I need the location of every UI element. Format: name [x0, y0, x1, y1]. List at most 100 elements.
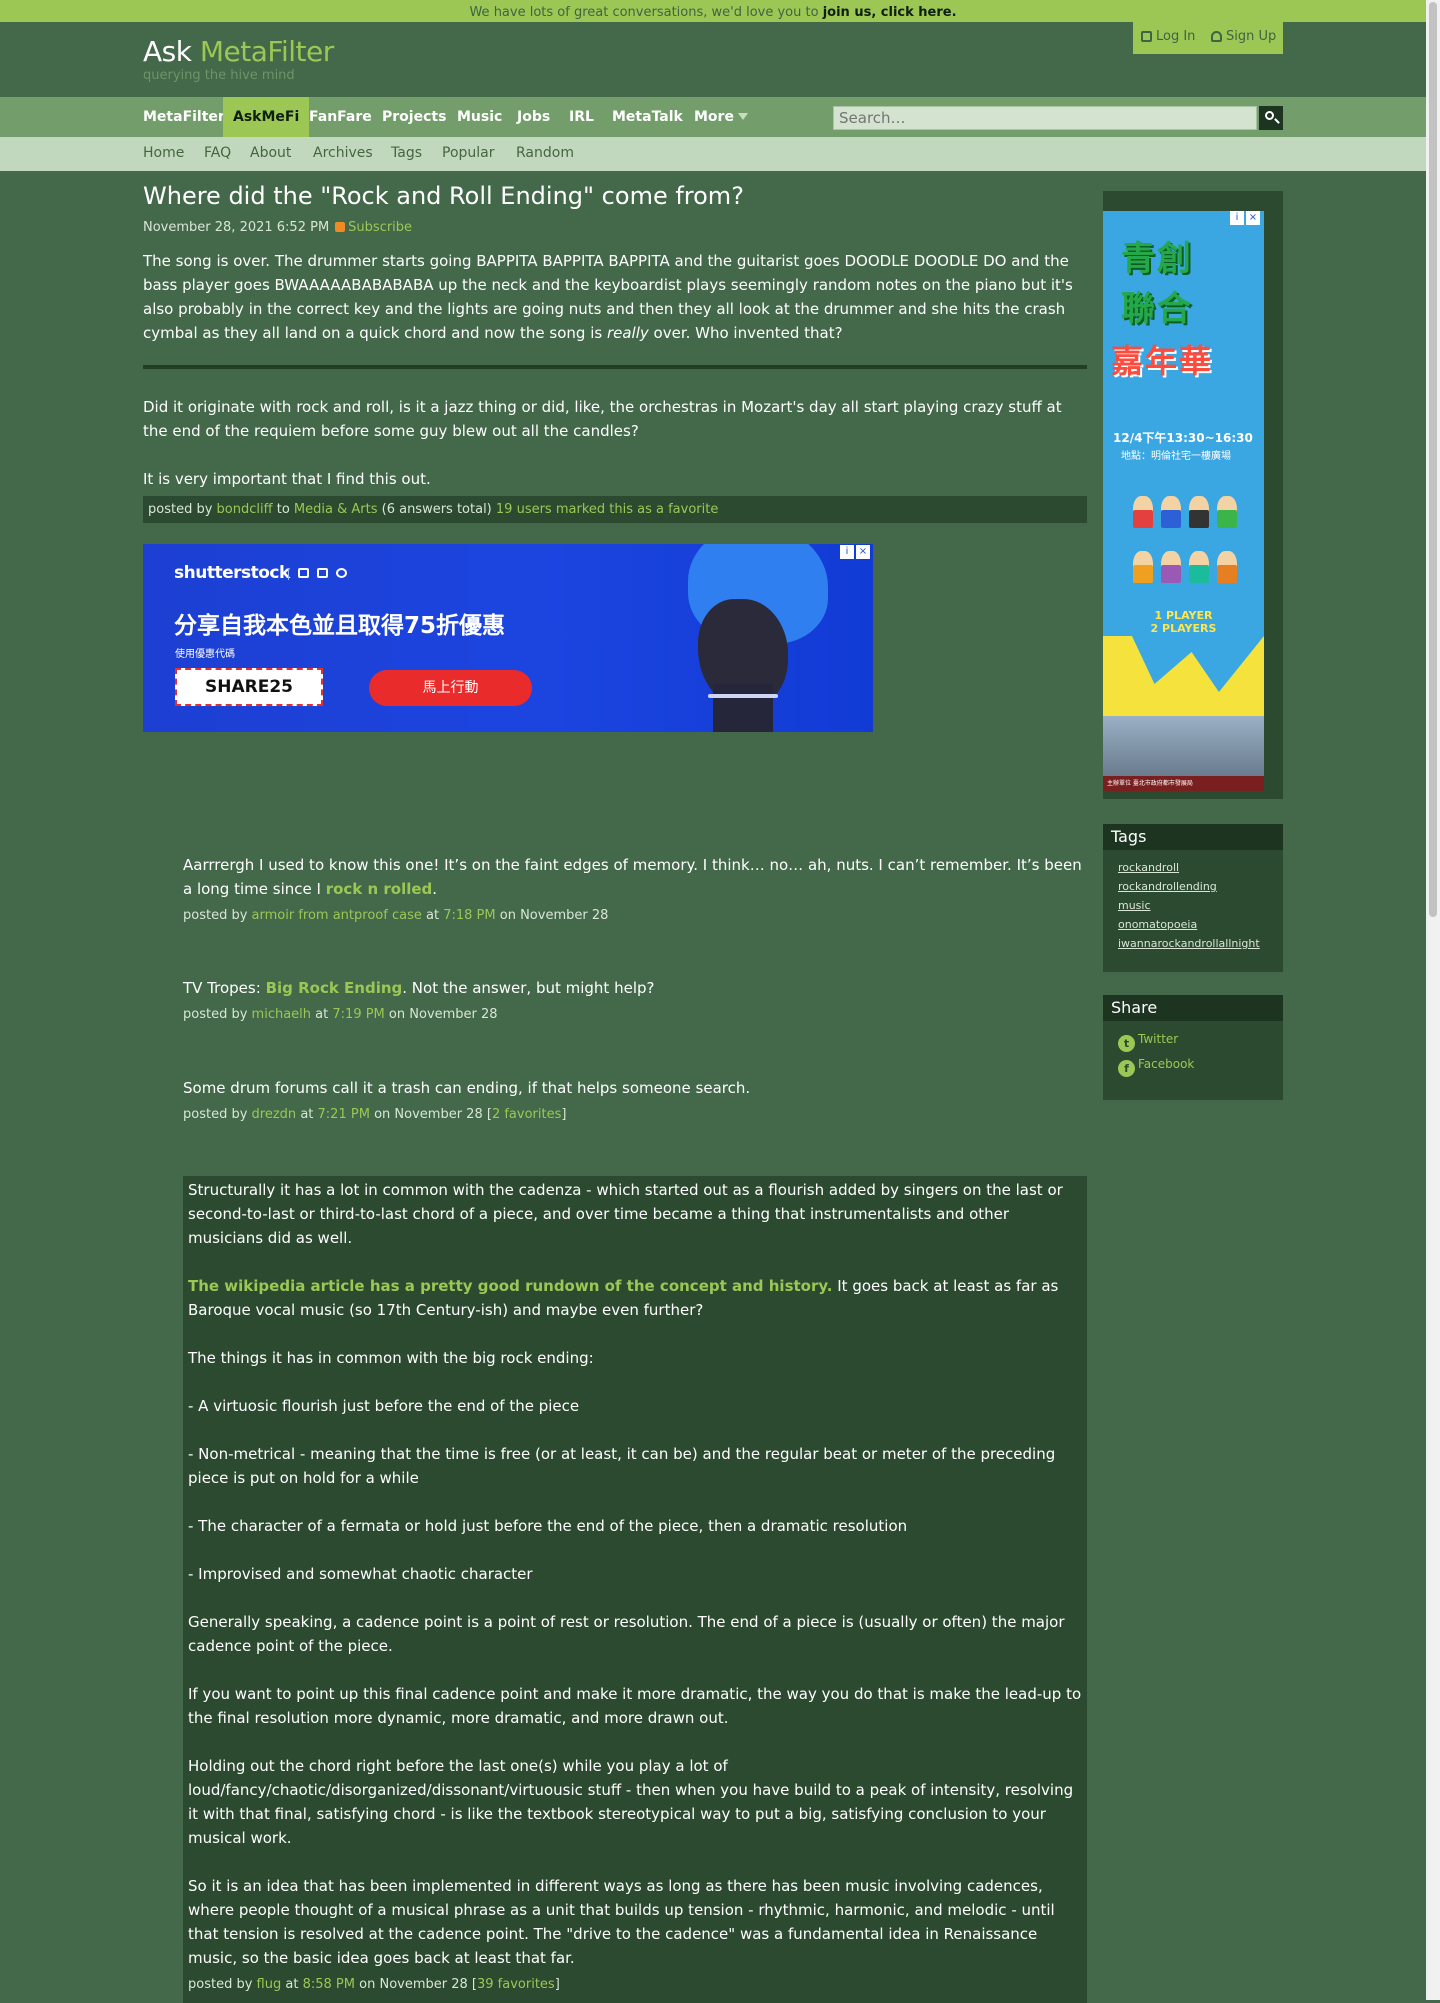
login-button[interactable]: Log In [1141, 29, 1195, 44]
subnav-archives[interactable]: Archives [313, 145, 373, 161]
comment-meta: posted by armoir from antproof case at 7… [183, 904, 1087, 928]
twitter-icon: t [1118, 1035, 1135, 1052]
comment-time-link[interactable]: 7:21 PM [318, 1107, 370, 1122]
facebook-icon: f [1118, 1060, 1135, 1077]
subnav-popular[interactable]: Popular [442, 145, 495, 161]
ad-figure [1133, 496, 1153, 528]
sub-nav: Home FAQ About Archives Tags Popular Ran… [0, 137, 1426, 171]
meta-on: on [499, 908, 516, 923]
nav-item-metafilter[interactable]: MetaFilter [133, 97, 235, 137]
signup-button[interactable]: Sign Up [1211, 29, 1276, 44]
ad-players-1: 1 PLAYER [1154, 609, 1213, 622]
tag-link[interactable]: rockandroll [1118, 858, 1268, 877]
comment-author-link[interactable]: michaelh [252, 1007, 311, 1022]
comment-favorites-link[interactable]: 2 favorites [492, 1107, 561, 1122]
ad-cta-button[interactable]: 馬上行動 [369, 670, 532, 706]
ad-figure [1217, 496, 1237, 528]
comment-p9: If you want to point up this final caden… [188, 1685, 1082, 1727]
meta-label: posted by [183, 908, 248, 923]
meta-at: at [285, 1977, 299, 1992]
comment-date: November 28 [520, 908, 609, 923]
signup-label: Sign Up [1226, 29, 1277, 44]
nav-item-jobs[interactable]: Jobs [507, 97, 560, 137]
tag-link[interactable]: music [1118, 896, 1268, 915]
share-twitter[interactable]: t Twitter [1118, 1027, 1283, 1052]
rss-icon [335, 222, 346, 232]
comment-author-link[interactable]: flug [257, 1977, 282, 1992]
search-button[interactable] [1259, 106, 1283, 130]
ad-title-2: 聯合 [1121, 289, 1193, 329]
wikipedia-link[interactable]: The wikipedia article has a pretty good … [188, 1277, 832, 1295]
nav-item-irl[interactable]: IRL [559, 97, 604, 137]
answer-count: (6 answers total) [381, 502, 492, 517]
meta-label: posted by [183, 1107, 248, 1122]
nav-item-fanfare[interactable]: FanFare [299, 97, 382, 137]
ad-players-2: 2 PLAYERS [1150, 622, 1217, 635]
share-twitter-label: Twitter [1138, 1032, 1179, 1046]
search-input[interactable] [833, 106, 1257, 130]
share-box: Share t Twitter f Facebook [1103, 995, 1283, 1100]
comment-author-link[interactable]: drezdn [252, 1107, 297, 1122]
subnav-faq[interactable]: FAQ [204, 145, 231, 161]
meta-on: on [388, 1007, 406, 1022]
close-icon[interactable]: × [856, 545, 870, 559]
comment-p3: The things it has in common with the big… [188, 1349, 594, 1367]
logo-ask: Ask [143, 35, 192, 68]
post-byline: posted by bondcliff to Media & Arts (6 a… [143, 496, 1087, 523]
subnav-random[interactable]: Random [516, 145, 574, 161]
nav-item-projects[interactable]: Projects [372, 97, 456, 137]
comment-author-link[interactable]: armoir from antproof case [252, 908, 422, 923]
comment-text-end: . Not the answer, but might help? [402, 979, 655, 997]
tag-link[interactable]: rockandrollending [1118, 877, 1268, 896]
byline-to: to [276, 502, 290, 517]
subnav-home[interactable]: Home [143, 145, 184, 161]
nav-item-music[interactable]: Music [447, 97, 512, 137]
favorites-link[interactable]: 19 users marked this as a favorite [496, 502, 718, 517]
nav-item-askmefi[interactable]: AskMeFi [223, 97, 310, 137]
ad-promo-code: SHARE25 [175, 668, 323, 706]
tag-link[interactable]: onomatopoeia [1118, 915, 1268, 934]
comment-text: TV Tropes: [183, 979, 266, 997]
tag-link[interactable]: iwannarockandrollallnight [1118, 934, 1268, 953]
comment-link[interactable]: rock n rolled [326, 880, 433, 898]
comment-date: November 28 [379, 1977, 468, 1992]
nav-item-more[interactable]: More [684, 97, 758, 137]
join-link[interactable]: join us, click here. [823, 5, 957, 20]
comment: Aarrrergh I used to know this one! It’s … [183, 853, 1087, 928]
banner-ad[interactable]: shutterstock 分享自我本色並且取得75折優惠 使用優惠代碼 SHAR… [143, 544, 873, 732]
comment-meta: posted by drezdn at 7:21 PM on November … [183, 1107, 567, 1122]
comment-time-link[interactable]: 8:58 PM [303, 1977, 355, 1992]
adchoices-icon[interactable]: i [840, 545, 854, 559]
category-link[interactable]: Media & Arts [294, 502, 378, 517]
comment-time-link[interactable]: 7:18 PM [443, 908, 495, 923]
meta-on: on [359, 1977, 376, 1992]
post-divider [143, 365, 1087, 369]
comment-link[interactable]: Big Rock Ending [266, 979, 403, 997]
tagline: querying the hive mind [143, 68, 295, 83]
subnav-about[interactable]: About [250, 145, 291, 161]
ad-city-graphic [1103, 716, 1264, 776]
comment-favorites-link[interactable]: 39 favorites [477, 1977, 555, 1992]
tags-title: Tags [1103, 824, 1283, 850]
site-logo[interactable]: Ask MetaFilter [143, 35, 334, 68]
comment-p4: - A virtuosic flourish just before the e… [188, 1397, 580, 1415]
site-header: Ask MetaFilter querying the hive mind Lo… [0, 22, 1426, 97]
subscribe-link[interactable]: Subscribe [348, 220, 412, 235]
comment-p5: - Non-metrical - meaning that the time i… [188, 1445, 1056, 1487]
comment-time-link[interactable]: 7:19 PM [332, 1007, 384, 1022]
ad-figure [1133, 551, 1153, 583]
comment-p1: Structurally it has a lot in common with… [188, 1181, 1063, 1247]
meta-on: on [374, 1107, 391, 1122]
sidebar-ad[interactable]: 青創 聯合 嘉年華 12/4下午13:30~16:30 地點：明倫社宅一樓廣場 … [1103, 211, 1264, 791]
ad-figure [1189, 551, 1209, 583]
auth-bar: Log In Sign Up [1133, 22, 1283, 54]
page-scrollbar[interactable] [1426, 0, 1440, 2000]
subnav-tags[interactable]: Tags [391, 145, 422, 161]
nav-item-metatalk[interactable]: MetaTalk [602, 97, 693, 137]
author-link[interactable]: bondcliff [217, 502, 273, 517]
more-inside-p1: Did it originate with rock and roll, is … [143, 398, 1062, 440]
adchoices-icon[interactable]: i [1230, 211, 1244, 225]
scrollbar-thumb[interactable] [1429, 2, 1437, 917]
close-icon[interactable]: × [1246, 211, 1260, 225]
share-facebook[interactable]: f Facebook [1118, 1052, 1283, 1077]
